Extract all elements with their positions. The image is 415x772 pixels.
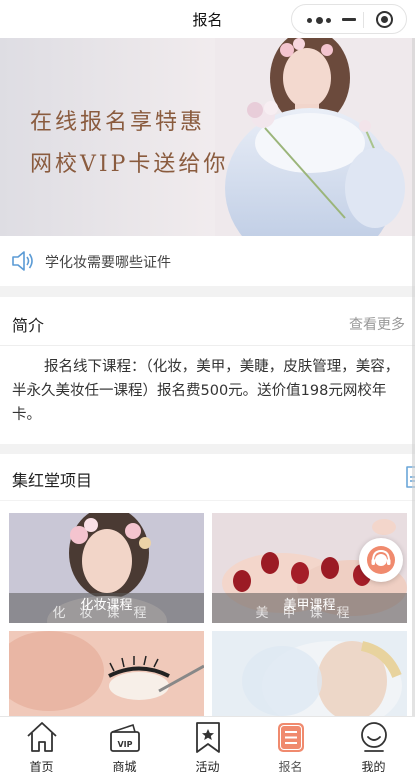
profile-icon xyxy=(361,722,387,752)
notice-text: 学化妆需要哪些证件 xyxy=(45,255,171,271)
tab-bar: 首页 VIP 商城 活动 报名 我的 xyxy=(0,716,415,772)
menu-capsule xyxy=(291,4,407,34)
lashes-course-image xyxy=(9,631,204,716)
svg-text:VIP: VIP xyxy=(117,740,132,749)
minimize-icon[interactable] xyxy=(342,18,356,21)
tab-label: 活动 xyxy=(195,760,220,772)
bookmark-star-icon xyxy=(196,722,220,753)
tab-home[interactable]: 首页 xyxy=(0,717,83,772)
intro-heading: 简介 xyxy=(12,316,45,335)
view-more-link[interactable]: 查看更多 xyxy=(349,314,405,334)
headset-icon xyxy=(367,546,395,574)
promo-banner[interactable]: 在线报名享特惠 网校VIP卡送给你 xyxy=(0,38,415,236)
tab-profile[interactable]: 我的 xyxy=(332,717,415,772)
intro-body: 报名线下课程：（化妆，美甲，美睫，皮肤管理，美容，半永久美妆任一课程）报名费50… xyxy=(12,359,400,423)
tab-mall[interactable]: VIP 商城 xyxy=(83,717,166,772)
course-card-lashes[interactable] xyxy=(9,631,204,716)
tab-label: 我的 xyxy=(361,760,386,772)
divider xyxy=(0,345,415,346)
signup-list-icon xyxy=(278,723,304,752)
vip-wallet-icon: VIP xyxy=(110,723,140,752)
close-target-icon[interactable] xyxy=(376,11,393,28)
tab-activity[interactable]: 活动 xyxy=(166,717,249,772)
home-icon xyxy=(27,722,57,752)
projects-section: 集红堂项目 订单 化妆课程 xyxy=(0,454,415,716)
projects-heading: 集红堂项目 xyxy=(12,471,93,490)
capsule-divider xyxy=(363,12,364,28)
speaker-icon xyxy=(12,251,33,271)
course-card-makeup[interactable]: 化妆课程 化妆课程 xyxy=(9,513,204,623)
divider xyxy=(0,500,415,501)
banner-headline: 在线报名享特惠 xyxy=(30,110,206,135)
banner-subline: 网校VIP卡送给你 xyxy=(30,152,229,177)
banner-model-image xyxy=(215,38,415,236)
intro-section: 简介 查看更多 报名线下课程：（化妆，美甲，美睫，皮肤管理，美容，半永久美妆任一… xyxy=(0,297,415,444)
tab-label: 首页 xyxy=(29,760,54,772)
customer-service-button[interactable] xyxy=(359,538,403,582)
tab-signup[interactable]: 报名 xyxy=(249,717,332,772)
notice-bar[interactable]: 学化妆需要哪些证件 xyxy=(0,236,415,286)
course-card-skincare[interactable] xyxy=(212,631,407,716)
navbar: 报名 xyxy=(0,0,415,38)
tab-label: 商城 xyxy=(112,760,137,772)
skincare-course-image xyxy=(212,631,407,716)
more-icon[interactable] xyxy=(307,17,333,24)
card-title: 美甲课程 xyxy=(283,598,336,613)
tab-label: 报名 xyxy=(278,760,303,772)
card-title: 化妆课程 xyxy=(80,598,133,613)
page: 报名 在线报名享特惠 网校VIP卡送给你 学化妆需要哪些证件 简介 查看更多 报… xyxy=(0,0,415,772)
